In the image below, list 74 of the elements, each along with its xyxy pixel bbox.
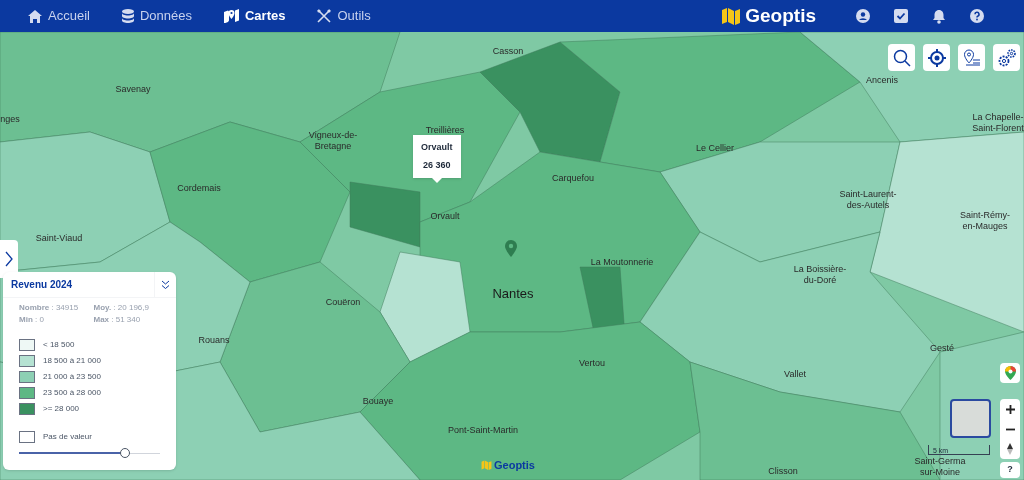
place-label: Vallet bbox=[784, 369, 806, 381]
place-label: Saint-Rémy- en-Mauges bbox=[960, 210, 1010, 233]
places-list-button[interactable] bbox=[958, 44, 985, 71]
place-label: Vigneux-de- Bretagne bbox=[308, 130, 358, 153]
map-pin-icon bbox=[223, 9, 239, 23]
compass-arrow-icon bbox=[1007, 443, 1013, 455]
legend-label: 21 000 à 23 500 bbox=[43, 370, 101, 383]
place-label: La Chapelle- Saint-Florent bbox=[972, 112, 1024, 135]
checkbox-icon[interactable] bbox=[894, 9, 908, 23]
place-label: Savenay bbox=[115, 84, 151, 96]
place-label: Nantes bbox=[492, 286, 534, 303]
place-label: nges bbox=[0, 114, 20, 126]
plus-icon bbox=[1005, 404, 1015, 414]
opacity-slider[interactable] bbox=[19, 448, 160, 458]
place-label: Treillières bbox=[425, 125, 465, 137]
place-label: Couëron bbox=[325, 297, 361, 309]
pin-list-icon bbox=[962, 48, 981, 67]
stat-text: Moy. : 20 196,9 bbox=[93, 302, 150, 314]
legend-label: >= 28 000 bbox=[43, 402, 80, 415]
place-label: Carquefou bbox=[552, 173, 594, 185]
brand-logo-text: Geoptis bbox=[745, 3, 816, 28]
house-icon bbox=[28, 9, 42, 23]
legend-title: Revenu 2024 bbox=[10, 278, 74, 292]
place-label: Saint-Laurent- des-Autels bbox=[839, 189, 897, 212]
place-label: Orvault bbox=[430, 211, 460, 223]
place-label: Vertou bbox=[579, 358, 605, 370]
search-icon bbox=[892, 48, 911, 67]
tools-icon bbox=[317, 9, 332, 23]
chevron-right-icon bbox=[5, 251, 13, 267]
minus-icon bbox=[1005, 427, 1015, 431]
google-maps-button[interactable] bbox=[1000, 363, 1020, 383]
help-icon[interactable] bbox=[970, 9, 984, 23]
legend-label: 18 500 à 21 000 bbox=[43, 354, 101, 367]
nav-tab[interactable]: Cartes bbox=[223, 6, 286, 26]
nav-tab[interactable]: Outils bbox=[317, 6, 371, 26]
place-label: La Boissière- du-Doré bbox=[793, 264, 847, 287]
stat-text: Nombre : 34915 bbox=[19, 302, 80, 314]
place-label: Casson bbox=[492, 46, 524, 58]
folded-map-logo-icon bbox=[481, 460, 492, 471]
expand-panel-button[interactable] bbox=[0, 240, 18, 278]
search-button[interactable] bbox=[888, 44, 915, 71]
place-label: La Moutonnerie bbox=[590, 257, 654, 269]
minimap-thumbnail[interactable] bbox=[950, 399, 991, 438]
user-icon[interactable] bbox=[856, 9, 870, 23]
place-label: Ancenis bbox=[866, 75, 898, 87]
nav-tab[interactable]: Accueil bbox=[28, 6, 90, 26]
help-button[interactable]: ? bbox=[1000, 462, 1020, 478]
nav-tab[interactable]: Données bbox=[121, 6, 192, 26]
legend-label: < 18 500 bbox=[43, 338, 75, 351]
place-label: Gesté bbox=[930, 343, 954, 355]
crosshair-icon bbox=[927, 48, 946, 67]
settings-button[interactable] bbox=[993, 44, 1020, 71]
stat-text: Min : 0 bbox=[19, 314, 45, 326]
map-pin-icon bbox=[1004, 366, 1016, 380]
stat-text: Max : 51 340 bbox=[93, 314, 142, 326]
folded-map-logo-icon bbox=[721, 7, 742, 25]
locate-button[interactable] bbox=[923, 44, 950, 71]
gears-icon bbox=[996, 47, 1017, 68]
legend-label: Pas de valeur bbox=[43, 430, 92, 443]
double-chevron-down-icon bbox=[161, 279, 170, 290]
place-label: Rouans bbox=[198, 335, 230, 347]
place-label: Bouaye bbox=[362, 396, 394, 408]
tooltip-value: 26 360 bbox=[423, 158, 451, 172]
brand-logo-text: Geoptis bbox=[494, 458, 535, 473]
place-label: Le Cellier bbox=[696, 143, 734, 155]
bell-icon[interactable] bbox=[932, 8, 946, 24]
place-label: Saint-Viaud bbox=[35, 233, 83, 245]
place-label: Pont-Saint-Martin bbox=[448, 425, 518, 437]
place-label: Saint-Germa sur-Moine bbox=[914, 456, 966, 479]
place-label: Clisson bbox=[768, 466, 798, 478]
legend-label: 23 500 à 28 000 bbox=[43, 386, 101, 399]
tooltip-title: Orvault bbox=[421, 141, 453, 154]
database-icon bbox=[121, 9, 134, 23]
place-label: Cordemais bbox=[177, 183, 221, 195]
